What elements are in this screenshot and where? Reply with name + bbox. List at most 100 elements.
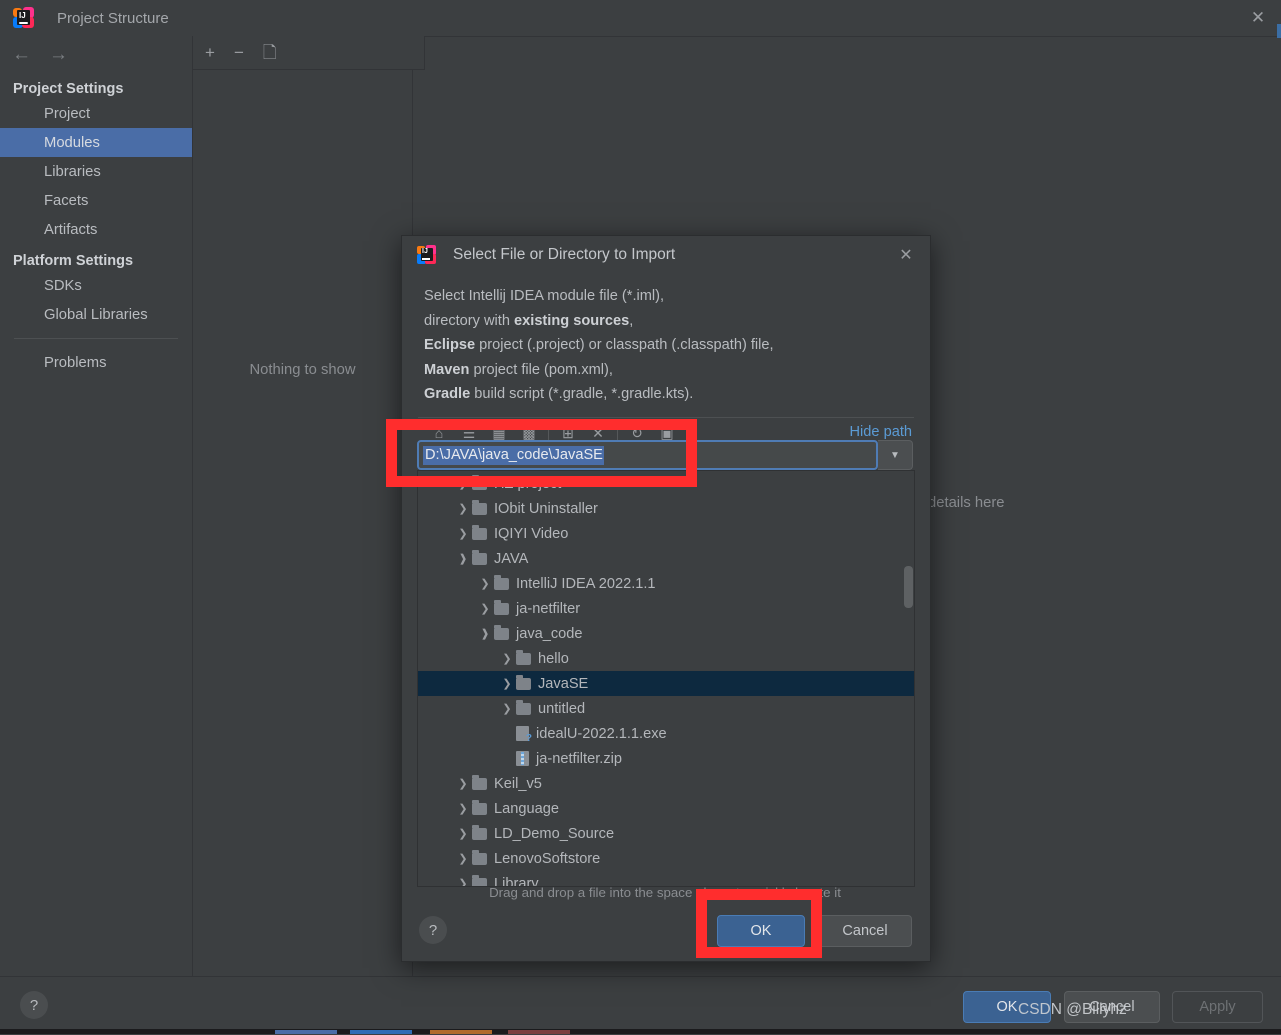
help-button[interactable]: ?	[20, 991, 48, 1019]
tree-row[interactable]: ❯ HZ project	[418, 471, 914, 496]
path-input-value: D:\JAVA\java_code\JavaSE	[423, 445, 604, 465]
tree-row[interactable]: ❯ Language	[418, 796, 914, 821]
sidebar-item-libraries[interactable]: Libraries	[0, 157, 192, 186]
tree-row[interactable]: ❯ LD_Demo_Source	[418, 821, 914, 846]
intellij-idea-logo-icon: IJ	[417, 245, 437, 265]
sidebar-item-artifacts[interactable]: Artifacts	[0, 215, 192, 244]
chevron-right-icon[interactable]: ❯	[454, 527, 472, 540]
sidebar-item-problems[interactable]: Problems	[0, 348, 192, 377]
tree-row-label: java_code	[516, 625, 583, 642]
sidebar-item-label: Modules	[44, 134, 100, 151]
app-root: IJ Project Structure ✕ ← → Project Setti…	[0, 0, 1281, 1035]
tree-scrollbar-thumb[interactable]	[904, 566, 913, 608]
watermark: CSDN @Billyhz	[1018, 1001, 1127, 1018]
folder-icon	[472, 774, 487, 790]
sidebar-item-label: Global Libraries	[44, 306, 148, 323]
description-line: Select Intellij IDEA module file (*.iml)…	[424, 288, 665, 304]
chevron-down-icon[interactable]: ❱	[476, 627, 494, 640]
taskbar-chip	[430, 1030, 492, 1034]
tree-row[interactable]: ❯ IObit Uninstaller	[418, 496, 914, 521]
dialog-titlebar: IJ Select File or Directory to Import ✕	[402, 236, 930, 274]
chevron-right-icon[interactable]: ❯	[454, 852, 472, 865]
tree-row-label: idealU-2022.1.1.exe	[536, 725, 667, 742]
close-icon[interactable]: ✕	[896, 245, 916, 265]
modules-list[interactable]	[193, 70, 413, 976]
sidebar-item-global-libraries[interactable]: Global Libraries	[0, 300, 192, 329]
window-edge-accent-right	[1277, 24, 1281, 38]
folder-icon	[472, 474, 487, 490]
dialog-description: Select Intellij IDEA module file (*.iml)…	[402, 274, 930, 407]
tree-row-label: IQIYI Video	[494, 525, 569, 542]
chevron-down-icon[interactable]: ▼	[878, 440, 913, 470]
folder-icon	[494, 574, 509, 590]
tree-row-label: Language	[494, 800, 559, 817]
sidebar-divider	[14, 338, 178, 339]
chevron-right-icon[interactable]: ❯	[454, 777, 472, 790]
plus-icon[interactable]: +	[205, 44, 215, 61]
chevron-down-icon[interactable]: ❱	[454, 552, 472, 565]
folder-icon	[472, 799, 487, 815]
arrow-left-icon[interactable]: ←	[12, 45, 31, 64]
hide-path-link[interactable]: Hide path	[850, 424, 912, 440]
chevron-right-icon[interactable]: ❯	[476, 577, 494, 590]
taskbar-chip	[350, 1030, 412, 1034]
tree-row[interactable]: ❱ JAVA	[418, 546, 914, 571]
tree-row-label: IntelliJ IDEA 2022.1.1	[516, 575, 656, 592]
chevron-right-icon[interactable]: ❯	[498, 677, 516, 690]
sidebar-item-label: Project	[44, 105, 91, 122]
sidebar-item-sdks[interactable]: SDKs	[0, 271, 192, 300]
tree-row[interactable]: ❱ java_code	[418, 621, 914, 646]
taskbar	[0, 1029, 1281, 1034]
dialog-cancel-button[interactable]: Cancel	[818, 915, 912, 947]
sidebar-nav-arrows: ← →	[0, 36, 192, 72]
tree-row[interactable]: ❯ ja-netfilter	[418, 596, 914, 621]
tree-row-label: untitled	[538, 700, 586, 717]
chevron-right-icon[interactable]: ❯	[454, 502, 472, 515]
dialog-ok-button[interactable]: OK	[717, 915, 805, 947]
sidebar-group-platform-settings: Platform Settings	[13, 253, 134, 269]
sidebar-item-label: Artifacts	[44, 221, 98, 238]
copy-icon[interactable]: 🗋	[263, 44, 277, 61]
tree-row[interactable]: ❯ ja-netfilter.zip	[418, 746, 914, 771]
tree-row-label: HZ project	[494, 475, 562, 492]
chevron-right-icon[interactable]: ❯	[498, 652, 516, 665]
path-row: D:\JAVA\java_code\JavaSE ▼	[417, 440, 913, 470]
tree-row-label: LD_Demo_Source	[494, 825, 615, 842]
chevron-right-icon[interactable]: ❯	[454, 477, 472, 490]
tree-row[interactable]: ❯ IQIYI Video	[418, 521, 914, 546]
sidebar-item-label: Facets	[44, 192, 89, 209]
tree-row[interactable]: ❯ idealU-2022.1.1.exe	[418, 721, 914, 746]
file-tree[interactable]: ❯ HZ project ❯ IObit Uninstaller ❯ IQIYI…	[417, 470, 915, 887]
folder-icon	[472, 524, 487, 540]
description-line: Maven project file (pom.xml),	[424, 361, 613, 378]
folder-icon	[516, 674, 531, 690]
description-line: Eclipse project (.project) or classpath …	[424, 337, 774, 354]
chevron-right-icon[interactable]: ❯	[498, 702, 516, 715]
tree-row-label: JAVA	[494, 550, 529, 567]
tree-row-label: JavaSE	[538, 675, 589, 692]
close-icon[interactable]: ✕	[1235, 0, 1281, 36]
sidebar-item-facets[interactable]: Facets	[0, 186, 192, 215]
sidebar-item-project[interactable]: Project	[0, 99, 192, 128]
sidebar-item-modules[interactable]: Modules	[0, 128, 192, 157]
arrow-right-icon[interactable]: →	[49, 45, 68, 64]
tree-row-label: ja-netfilter.zip	[536, 750, 622, 767]
path-input[interactable]: D:\JAVA\java_code\JavaSE	[417, 440, 878, 470]
tree-row[interactable]: ❯ LenovoSoftstore	[418, 846, 914, 871]
chevron-right-icon[interactable]: ❯	[454, 802, 472, 815]
tree-row-selected[interactable]: ❯ JavaSE	[418, 671, 914, 696]
tree-row[interactable]: ❯ Keil_v5	[418, 771, 914, 796]
dialog-title: Select File or Directory to Import	[453, 246, 676, 263]
tree-row[interactable]: ❯ IntelliJ IDEA 2022.1.1	[418, 571, 914, 596]
chevron-right-icon[interactable]: ❯	[476, 602, 494, 615]
apply-button: Apply	[1172, 991, 1263, 1023]
chevron-right-icon[interactable]: ❯	[454, 827, 472, 840]
settings-sidebar: ← → Project Settings Project Modules Lib…	[0, 36, 193, 976]
tree-row[interactable]: ❯ hello	[418, 646, 914, 671]
folder-icon	[516, 649, 531, 665]
minus-icon[interactable]: −	[234, 44, 244, 61]
intellij-idea-logo-icon: IJ	[13, 7, 35, 29]
folder-icon	[472, 824, 487, 840]
dialog-help-button[interactable]: ?	[419, 916, 447, 944]
tree-row[interactable]: ❯ untitled	[418, 696, 914, 721]
